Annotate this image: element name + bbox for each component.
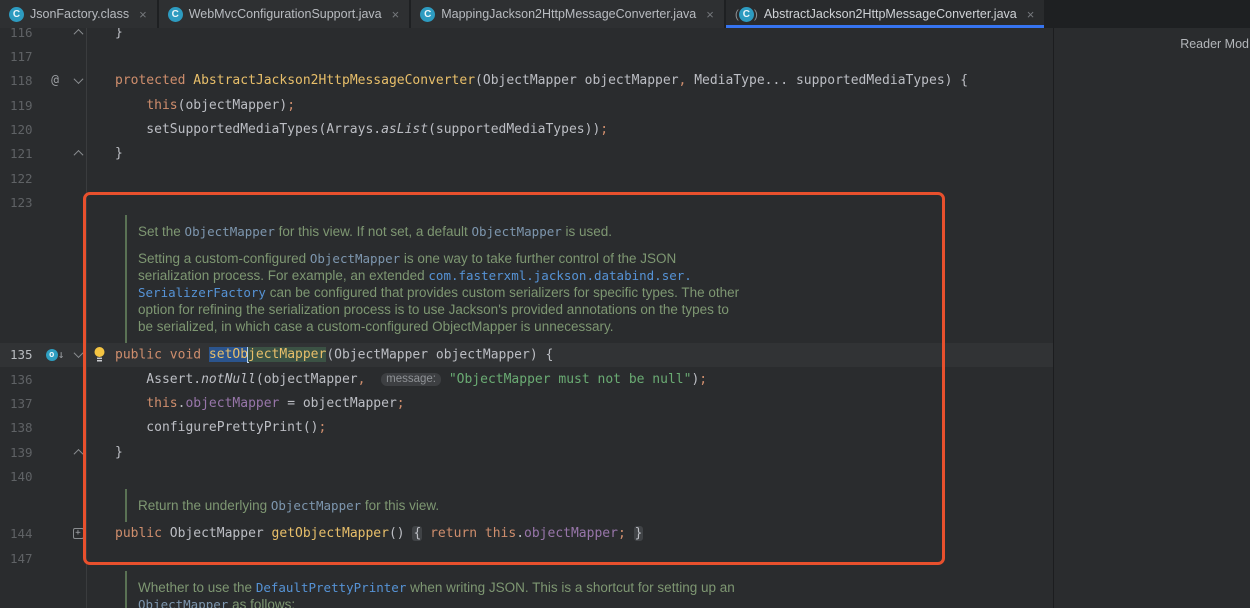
tab-label: AbstractJackson2HttpMessageConverter.jav…: [764, 7, 1017, 21]
close-icon[interactable]: ×: [706, 7, 714, 22]
fold-collapse-icon[interactable]: [73, 74, 83, 84]
code-token: ;: [600, 122, 608, 137]
line-number: 122: [0, 171, 42, 186]
editor-line-117[interactable]: 117: [0, 44, 1053, 68]
line-number: 135: [0, 347, 42, 362]
editor-line-122[interactable]: 122: [0, 166, 1053, 190]
annotation-gutter-icon[interactable]: @: [51, 73, 59, 88]
rendered-doc-comment: Whether to use the DefaultPrettyPrinter …: [125, 571, 1053, 608]
doc-text: as follows:: [228, 597, 295, 608]
tab-WebMvcConfigurationSupport.java[interactable]: C WebMvcConfigurationSupport.java ×: [159, 0, 410, 28]
code-line: }: [115, 146, 123, 161]
tab-JsonFactory.class[interactable]: C JsonFactory.class ×: [0, 0, 157, 28]
tab-label: JsonFactory.class: [30, 7, 129, 21]
line-number: 138: [0, 420, 42, 435]
decompiled-class-icon: C: [739, 7, 754, 22]
line-number: 119: [0, 98, 42, 113]
doc-line: Whether to use the DefaultPrettyPrinter …: [138, 579, 1053, 596]
close-icon[interactable]: ×: [392, 7, 400, 22]
doc-code-ref: ObjectMapper: [138, 597, 228, 608]
code-token: ;: [287, 98, 295, 113]
gutter-fold-column: [68, 29, 88, 36]
code-token: }: [115, 146, 123, 161]
tab-AbstractJackson2HttpMessageConverter.java[interactable]: (C) AbstractJackson2HttpMessageConverter.…: [726, 0, 1045, 28]
tab-MappingJackson2HttpMessageConverter.java[interactable]: C MappingJackson2HttpMessageConverter.jav…: [411, 0, 724, 28]
ide-window: 116}117118@protected AbstractJackson2Htt…: [0, 0, 1250, 608]
line-number: 123: [0, 195, 42, 210]
code-token: asList: [381, 122, 428, 137]
class-icon: C: [9, 7, 24, 22]
fold-end-icon[interactable]: [73, 29, 83, 39]
gutter-fold-column: [68, 77, 88, 84]
code-token: protected: [115, 73, 193, 88]
code-token: AbstractJackson2HttpMessageConverter: [193, 73, 475, 88]
doc-paragraph: Whether to use the DefaultPrettyPrinter …: [138, 579, 1053, 608]
code-line: protected AbstractJackson2HttpMessageCon…: [115, 73, 968, 88]
code-line: setSupportedMediaTypes(Arrays.asList(sup…: [115, 122, 608, 137]
right-panel: Reader Mod: [1053, 28, 1250, 608]
override-circle-icon: o: [46, 349, 58, 361]
fold-end-icon[interactable]: [73, 150, 83, 160]
editor-line-118[interactable]: 118 @ protected AbstractJackson2HttpMessag…: [0, 69, 1053, 93]
reader-mode-label[interactable]: Reader Mod: [1180, 37, 1249, 51]
class-icon: C: [420, 7, 435, 22]
line-number: 136: [0, 372, 42, 387]
doc-line: ObjectMapper as follows:: [138, 596, 1053, 608]
editor-tab-bar: C JsonFactory.class × C WebMvcConfigurationS…: [0, 0, 1250, 28]
line-number: 117: [0, 49, 42, 64]
tab-label: WebMvcConfigurationSupport.java: [189, 7, 382, 21]
gutter-mark-column: @: [42, 73, 68, 88]
line-number: 121: [0, 146, 42, 161]
down-arrow-icon: ↓: [58, 348, 65, 361]
editor-line-120[interactable]: 120 setSupportedMediaTypes(Arrays.asList…: [0, 117, 1053, 141]
gutter-fold-column: [68, 150, 88, 157]
code-token: setSupportedMediaTypes(Arrays.: [115, 122, 381, 137]
editor-line-119[interactable]: 119 this(objectMapper);: [0, 93, 1053, 117]
code-token: this: [146, 98, 177, 113]
line-number: 137: [0, 396, 42, 411]
code-token: [115, 98, 146, 113]
fold-collapse-icon[interactable]: [73, 349, 83, 359]
editor-line-121[interactable]: 121}: [0, 142, 1053, 166]
class-icon: C: [168, 7, 183, 22]
decompiled-class-icon-wrap: (C): [735, 7, 758, 22]
annotation-box: [83, 192, 945, 565]
line-number: 140: [0, 469, 42, 484]
code-token: (ObjectMapper objectMapper: [475, 73, 679, 88]
doc-text: Whether to use the: [138, 580, 256, 595]
fold-expand-icon[interactable]: +: [73, 528, 84, 539]
line-number: 139: [0, 445, 42, 460]
code-line: this(objectMapper);: [115, 98, 295, 113]
doc-link[interactable]: DefaultPrettyPrinter: [256, 580, 407, 595]
close-icon[interactable]: ×: [139, 7, 147, 22]
code-token: (supportedMediaTypes)): [428, 122, 600, 137]
overridden-method-icon[interactable]: o↓: [46, 348, 65, 361]
line-number: 147: [0, 551, 42, 566]
line-number: 144: [0, 526, 42, 541]
gutter-mark-column: o↓: [42, 348, 68, 361]
tab-label: MappingJackson2HttpMessageConverter.java: [441, 7, 696, 21]
line-number: 118: [0, 73, 42, 88]
code-token: (objectMapper): [178, 98, 288, 113]
doc-text: when writing JSON. This is a shortcut fo…: [406, 580, 734, 595]
line-number: 120: [0, 122, 42, 137]
close-icon[interactable]: ×: [1027, 7, 1035, 22]
fold-end-icon[interactable]: [73, 449, 83, 459]
code-token: MediaType... supportedMediaTypes) {: [686, 73, 968, 88]
paren-decoration: ): [754, 7, 758, 21]
